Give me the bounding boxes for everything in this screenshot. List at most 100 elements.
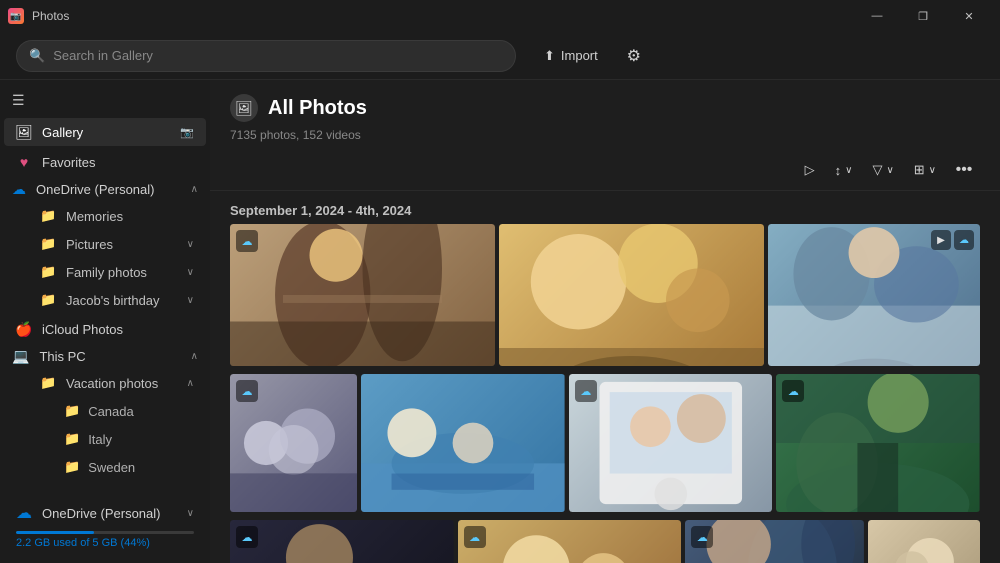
this-pc-chevron: ∧ bbox=[191, 351, 198, 362]
view-button[interactable]: ⊞ ∨ bbox=[906, 157, 944, 183]
settings-button[interactable]: ⚙ bbox=[618, 40, 650, 72]
onedrive-icon: ☁ bbox=[12, 181, 26, 198]
more-options-button[interactable]: ••• bbox=[948, 154, 980, 186]
topbar: 🔍 Search in Gallery ⬆ Import ⚙ bbox=[0, 32, 1000, 80]
search-icon: 🔍 bbox=[29, 48, 45, 64]
sidebar-favorites-label: Favorites bbox=[42, 155, 194, 170]
sidebar-item-pictures[interactable]: 📁 Pictures ∨ bbox=[4, 231, 206, 257]
gallery-icon: 🖼 bbox=[16, 124, 32, 140]
photo-item-4[interactable]: ☁ bbox=[230, 374, 357, 512]
sidebar-item-memories[interactable]: 📁 Memories bbox=[4, 203, 206, 229]
app-icon: 📷 bbox=[8, 8, 24, 24]
page-title: All Photos bbox=[268, 97, 367, 120]
sidebar-pictures-label: Pictures bbox=[66, 237, 113, 252]
photo-item-9[interactable]: ☁ bbox=[458, 520, 682, 563]
photo-item-7[interactable]: ☁ bbox=[776, 374, 980, 512]
filter-icon: ▽ bbox=[872, 162, 882, 178]
sidebar-item-italy[interactable]: 📁 Italy bbox=[4, 426, 206, 452]
onedrive-footer-label: OneDrive (Personal) bbox=[42, 506, 177, 521]
more-icon: ••• bbox=[956, 161, 973, 179]
sidebar-item-icloud[interactable]: 🍎 iCloud Photos bbox=[4, 315, 206, 343]
sidebar-footer: ☁ OneDrive (Personal) ∨ 2.2 GB used of 5… bbox=[0, 489, 210, 563]
filter-button[interactable]: ▽ ∨ bbox=[864, 157, 901, 183]
hamburger-button[interactable]: ☰ bbox=[0, 84, 210, 117]
photo-item-1[interactable]: ☁ bbox=[230, 224, 495, 366]
main-content: 🖼 All Photos 7135 photos, 152 videos ▷ ↕… bbox=[210, 80, 1000, 563]
slideshow-button[interactable]: ▷ bbox=[797, 157, 823, 183]
filter-chevron: ∨ bbox=[886, 165, 893, 176]
sidebar-item-canada[interactable]: 📁 Canada bbox=[4, 398, 206, 424]
photo-item-2[interactable] bbox=[499, 224, 764, 366]
onedrive-footer-button[interactable]: ☁ OneDrive (Personal) ∨ bbox=[12, 497, 198, 529]
content-toolbar: ▷ ↕ ∨ ▽ ∨ ⊞ ∨ ••• bbox=[210, 150, 1000, 191]
import-button[interactable]: ⬆ Import bbox=[532, 43, 610, 69]
content-subtitle: 7135 photos, 152 videos bbox=[210, 126, 1000, 150]
sidebar-this-pc[interactable]: 💻 This PC ∧ bbox=[0, 344, 210, 369]
slideshow-icon: ▷ bbox=[805, 162, 815, 178]
onedrive-label: OneDrive (Personal) bbox=[36, 182, 155, 197]
jacobs-birthday-folder-icon: 📁 bbox=[40, 292, 56, 308]
app-body: ☰ 🖼 Gallery 📷 ♥ Favorites ☁ OneDrive (Pe… bbox=[0, 80, 1000, 563]
icloud-icon: 🍎 bbox=[16, 321, 32, 337]
italy-folder-icon: 📁 bbox=[64, 431, 80, 447]
photo-item-10[interactable]: ☁ bbox=[685, 520, 864, 563]
photo-row-1: ☁ bbox=[210, 224, 1000, 366]
sidebar-italy-label: Italy bbox=[88, 432, 112, 447]
onedrive-footer-icon: ☁ bbox=[16, 503, 32, 523]
sidebar-item-gallery[interactable]: 🖼 Gallery 📷 bbox=[4, 118, 206, 146]
search-placeholder: Search in Gallery bbox=[53, 48, 153, 63]
photo-item-6[interactable]: ☁ bbox=[569, 374, 773, 512]
view-chevron: ∨ bbox=[929, 165, 936, 176]
sidebar: ☰ 🖼 Gallery 📷 ♥ Favorites ☁ OneDrive (Pe… bbox=[0, 80, 210, 563]
favorites-icon: ♥ bbox=[16, 154, 32, 170]
import-icon: ⬆ bbox=[544, 48, 555, 64]
storage-bar-background bbox=[16, 531, 194, 534]
view-icon: ⊞ bbox=[914, 162, 925, 178]
hamburger-icon: ☰ bbox=[12, 92, 25, 109]
sidebar-gallery-label: Gallery bbox=[42, 125, 170, 140]
sidebar-item-family-photos[interactable]: 📁 Family photos ∨ bbox=[4, 259, 206, 285]
photo-item-8[interactable]: ☁ bbox=[230, 520, 454, 563]
content-header: 🖼 All Photos bbox=[210, 80, 1000, 126]
date-section: September 1, 2024 - 4th, 2024 bbox=[210, 195, 1000, 224]
settings-icon: ⚙ bbox=[627, 46, 641, 66]
photo-row-2: ☁ bbox=[210, 370, 1000, 512]
sort-icon: ↕ bbox=[835, 163, 842, 178]
sidebar-canada-label: Canada bbox=[88, 404, 134, 419]
photo-item-5[interactable] bbox=[361, 374, 565, 512]
sidebar-onedrive-personal[interactable]: ☁ OneDrive (Personal) ∧ bbox=[0, 177, 210, 202]
memories-folder-icon: 📁 bbox=[40, 208, 56, 224]
search-box[interactable]: 🔍 Search in Gallery bbox=[16, 40, 516, 72]
storage-bar-fill bbox=[16, 531, 94, 534]
sidebar-gallery-end: 📷 bbox=[180, 126, 194, 139]
pictures-folder-icon: 📁 bbox=[40, 236, 56, 252]
pictures-chevron: ∨ bbox=[187, 239, 194, 250]
family-photos-folder-icon: 📁 bbox=[40, 264, 56, 280]
restore-button[interactable]: ❐ bbox=[900, 0, 946, 32]
sort-button[interactable]: ↕ ∨ bbox=[827, 158, 861, 183]
sort-chevron: ∨ bbox=[845, 165, 852, 176]
sidebar-item-sweden[interactable]: 📁 Sweden bbox=[4, 454, 206, 480]
photo-item-3[interactable]: ▶ ☁ bbox=[768, 224, 980, 366]
canada-folder-icon: 📁 bbox=[64, 403, 80, 419]
close-button[interactable]: ✕ bbox=[946, 0, 992, 32]
titlebar: 📷 Photos — ❐ ✕ bbox=[0, 0, 1000, 32]
sidebar-sweden-label: Sweden bbox=[88, 460, 135, 475]
sweden-folder-icon: 📁 bbox=[64, 459, 80, 475]
sidebar-item-favorites[interactable]: ♥ Favorites bbox=[4, 148, 206, 176]
photo-item-11[interactable] bbox=[868, 520, 980, 563]
import-label: Import bbox=[561, 48, 598, 63]
sidebar-icloud-label: iCloud Photos bbox=[42, 322, 194, 337]
storage-bar-container: 2.2 GB used of 5 GB (44%) bbox=[12, 529, 198, 555]
sidebar-family-photos-label: Family photos bbox=[66, 265, 147, 280]
photo-row-3: ☁ ☁ bbox=[210, 516, 1000, 563]
vacation-chevron: ∧ bbox=[187, 378, 194, 389]
this-pc-icon: 💻 bbox=[12, 348, 29, 365]
titlebar-controls: — ❐ ✕ bbox=[854, 0, 992, 32]
sidebar-item-jacobs-birthday[interactable]: 📁 Jacob's birthday ∨ bbox=[4, 287, 206, 313]
sidebar-memories-label: Memories bbox=[66, 209, 123, 224]
minimize-button[interactable]: — bbox=[854, 0, 900, 32]
vacation-folder-icon: 📁 bbox=[40, 375, 56, 391]
sidebar-item-vacation-photos[interactable]: 📁 Vacation photos ∧ bbox=[4, 370, 206, 396]
storage-text: 2.2 GB used of 5 GB (44%) bbox=[16, 537, 194, 549]
